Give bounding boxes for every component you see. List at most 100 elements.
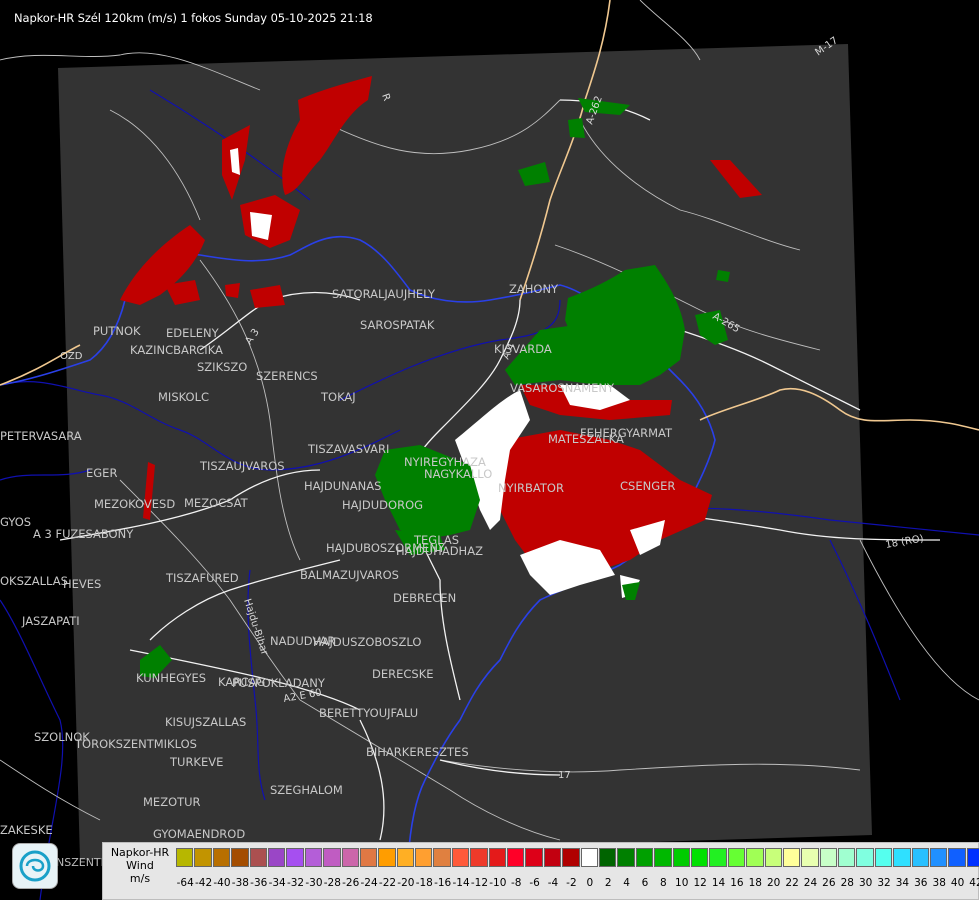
city-label: KISUJSZALLAS [165,715,246,729]
road-label: OZD [60,351,83,362]
legend-swatch [654,848,672,867]
map-header: Napkor-HR Szél 120km (m/s) 1 fokos Sunda… [14,11,373,25]
legend-swatch [525,848,543,867]
legend-swatches [176,848,979,867]
city-label: TURKEVE [169,755,223,769]
legend-tick-label: -40 [213,877,231,889]
legend-tick-label: 16 [730,877,744,889]
legend-swatch [690,848,709,867]
legend-swatch [966,848,979,867]
legend-swatch [231,848,249,867]
city-label: CSENGER [620,479,675,493]
legend-swatch [617,848,635,867]
legend-tick-label: -22 [378,877,397,889]
city-label: JASZAPATI [21,614,80,628]
legend-tick-label: 40 [950,877,965,889]
legend-swatch [727,848,746,867]
city-label: SATORALJAUJHELY [332,287,436,301]
legend-title-line: Napkor-HR [110,846,170,859]
city-label: MISKOLC [158,390,209,404]
legend-tick-label: 2 [604,877,612,889]
city-label: MEZOCSAT [184,496,249,510]
legend-tick-label: 0 [586,877,594,889]
road-label: 17 [558,770,571,781]
legend-swatch [948,848,966,867]
legend-tick-label: -2 [566,877,577,889]
city-label: SZIKSZO [197,360,247,374]
legend-swatch [764,848,782,867]
city-label: SAROSPATAK [360,318,435,332]
city-label: TOKAJ [320,390,356,404]
legend-ticks: -64-42-40-38-36-34-32-30-28-26-24-22-20-… [176,877,979,889]
legend-tick-label: 24 [803,877,818,889]
legend-tick-label: 22 [785,877,799,889]
city-label: FEHERGYARMAT [580,426,673,440]
legend-swatch [341,848,359,867]
legend-swatch [672,848,690,867]
legend-tick-label: 28 [840,877,854,889]
legend-tick-label: 6 [641,877,649,889]
legend-tick-label: 18 [748,877,762,889]
legend-tick-label: -38 [231,877,249,889]
legend-swatch [801,848,819,867]
legend-swatch [323,848,341,867]
legend-tick-label: 36 [914,877,928,889]
legend-swatch [433,848,451,867]
city-label: GYOS [0,515,31,529]
legend-tick-label: -32 [286,877,305,889]
legend-tick-label: -18 [415,877,433,889]
legend-tick-label: -36 [250,877,268,889]
legend-tick-label: -26 [342,877,360,889]
city-label: PETERVASARA [0,429,82,443]
legend: Napkor-HR Wind m/s -64-42-40-38-36-34-32… [102,842,979,900]
legend-swatch [507,848,525,867]
legend-tick-label: 10 [675,877,689,889]
legend-swatch [930,848,948,867]
city-label: A 3 FUZESABONY [33,527,134,541]
city-label: EDELENY [166,326,220,340]
legend-swatch [635,848,654,867]
city-label: DERECSKE [372,667,434,681]
city-label: BERETTYOUJFALU [319,706,418,720]
city-label: DEBRECEN [393,591,456,605]
city-label: NYIRBATOR [498,481,564,495]
legend-swatch [176,848,194,867]
legend-tick-label: -30 [305,877,323,889]
legend-title-line: m/s [129,872,151,885]
legend-tick-label: 38 [932,877,946,889]
city-label: KUNHEGYES [136,671,206,685]
legend-swatch [267,848,286,867]
city-label: HAJDUDOROG [342,498,423,512]
city-label: MEZOKOVESD [94,497,175,511]
legend-tick-label: 34 [895,877,910,889]
legend-tick-label: -6 [529,877,540,889]
legend-title-line: Wind [126,859,154,872]
legend-swatch [212,848,231,867]
legend-tick-label: -42 [195,877,213,889]
city-label: MEZOTUR [143,795,201,809]
legend-swatch [304,848,323,867]
legend-swatch [378,848,396,867]
city-label: VASAROSNAMENY [510,381,615,395]
legend-swatch [396,848,415,867]
legend-swatch [782,848,801,867]
legend-swatch [709,848,727,867]
city-label: HAJDUSZOBOSZLO [313,635,421,649]
legend-swatch [359,848,378,867]
legend-swatch [194,848,212,867]
legend-tick-label: -12 [470,877,489,889]
legend-tick-label: -16 [434,877,452,889]
city-label: ZAHONY [509,282,559,296]
legend-tick-label: -8 [510,877,522,889]
legend-tick-label: -20 [397,877,415,889]
city-label: SZERENCS [256,369,318,383]
city-label: OKSZALLAS [0,574,68,588]
legend-swatch [470,848,488,867]
legend-tick-label: 8 [660,877,667,889]
legend-swatch [819,848,838,867]
city-label: HEVES [63,577,101,591]
city-label: PUTNOK [93,324,141,338]
legend-tick-label: 12 [693,877,707,889]
legend-swatch [415,848,433,867]
city-label: TISZAVASVARI [307,442,389,456]
